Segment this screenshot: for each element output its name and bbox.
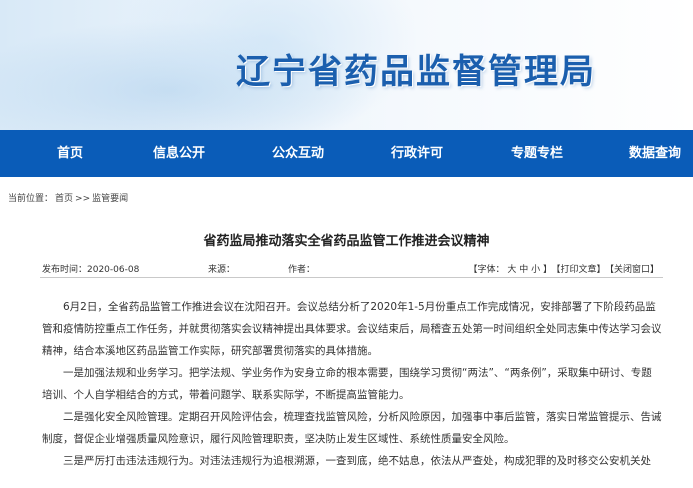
meta-divider bbox=[40, 277, 663, 278]
print-article-link[interactable]: 【打印文章】 bbox=[556, 265, 606, 275]
article-paragraph: 一是加强法规和业务学习。把学法规、学业务作为安身立命的根本需要，围绕学习贯彻“两… bbox=[42, 367, 652, 401]
article-source: 来源： bbox=[208, 265, 236, 275]
article-tools: 【字体： 大 中 小 】【打印文章】 【关闭窗口】 bbox=[465, 262, 659, 275]
breadcrumb-home-link[interactable]: 首页 bbox=[55, 194, 73, 204]
close-window-link[interactable]: 【关闭窗口】 bbox=[609, 265, 659, 275]
article-paragraph: 6月2日，全省药品监管工作推进会议在沈阳召开。会议总结分析了2020年1-5月份… bbox=[42, 301, 662, 357]
breadcrumb-separator: >> bbox=[75, 194, 91, 204]
article-meta: 发布时间：2020-06-08 来源： 作者： 【字体： 大 中 小 】【打印文… bbox=[42, 262, 662, 276]
main-nav: 首页 信息公开 公众互动 行政许可 专题专栏 数据查询 bbox=[0, 130, 693, 177]
article-paragraph: 二是强化安全风险管理。定期召开风险评估会，梳理查找监管风险，分析风险原因，加强事… bbox=[42, 411, 662, 445]
font-size-toggle[interactable]: 【字体： 大 中 小 】 bbox=[469, 265, 552, 275]
nav-item-data-query[interactable]: 数据查询 bbox=[629, 130, 681, 177]
article-paragraph: 三是严厉打击违法违规行为。对违法违规行为追根溯源，一查到底，绝不姑息，依法从严查… bbox=[63, 455, 651, 467]
site-title: 辽宁省药品监督管理局 bbox=[236, 52, 596, 92]
nav-item-public-interaction[interactable]: 公众互动 bbox=[272, 130, 324, 177]
article-body: 6月2日，全省药品监管工作推进会议在沈阳召开。会议总结分析了2020年1-5月份… bbox=[42, 296, 662, 472]
breadcrumb-section-link[interactable]: 监管要闻 bbox=[92, 194, 128, 204]
nav-item-home[interactable]: 首页 bbox=[57, 130, 83, 177]
article-author: 作者： bbox=[288, 265, 316, 275]
publish-date: 发布时间：2020-06-08 bbox=[42, 265, 140, 275]
nav-item-special-topics[interactable]: 专题专栏 bbox=[511, 130, 563, 177]
nav-item-info-disclosure[interactable]: 信息公开 bbox=[153, 130, 205, 177]
breadcrumb: 当前位置： 首页 >> 监管要闻 bbox=[8, 191, 130, 204]
article-title: 省药监局推动落实全省药品监管工作推进会议精神 bbox=[203, 234, 490, 249]
breadcrumb-prefix: 当前位置： bbox=[8, 194, 54, 204]
nav-item-admin-license[interactable]: 行政许可 bbox=[391, 130, 443, 177]
header-banner: 辽宁省药品监督管理局 bbox=[0, 0, 693, 130]
